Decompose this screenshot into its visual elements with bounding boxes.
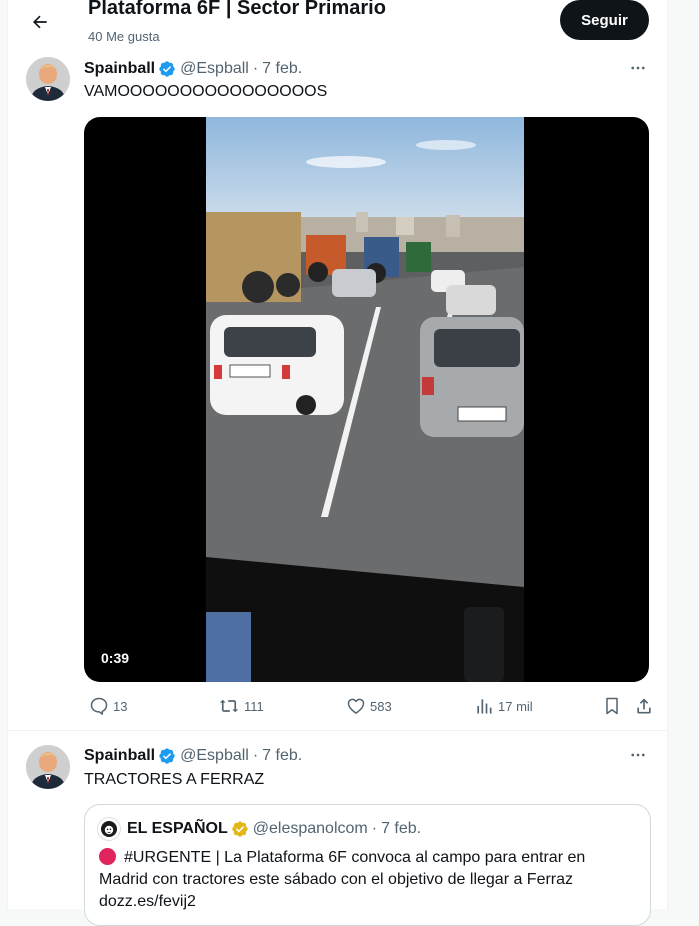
- follow-button[interactable]: Seguir: [560, 0, 649, 40]
- share-button[interactable]: [634, 694, 654, 718]
- tweet-date[interactable]: 7 feb.: [262, 60, 302, 78]
- timeline-column: Plataforma 6F | Sector Primario 40 Me gu…: [7, 0, 668, 926]
- separator-dot: ·: [252, 60, 259, 77]
- quoted-tweet-text: #URGENTE | La Plataforma 6F convoca al c…: [99, 847, 639, 913]
- share-icon: [637, 698, 651, 714]
- tweet[interactable]: Spainball @Espball · 7 feb. TRACTORES A …: [8, 731, 667, 926]
- user-handle[interactable]: @Espball: [180, 747, 249, 765]
- quoted-text-line-2: Madrid con tractores este sábado con el …: [99, 871, 574, 888]
- red-circle-emoji-icon: [99, 848, 116, 865]
- hashtag-link[interactable]: #URGENTE: [124, 849, 211, 866]
- quoted-display-name: EL ESPAÑOL: [127, 820, 228, 837]
- back-button[interactable]: [24, 6, 56, 38]
- avatar[interactable]: [26, 745, 70, 789]
- verified-badge-icon: [158, 747, 176, 765]
- views-icon: [477, 699, 492, 714]
- tweet[interactable]: Spainball @Espball · 7 feb. VAMOOOOOOOOO…: [8, 50, 667, 731]
- video-frame: [206, 117, 524, 682]
- separator-dot: ·: [371, 820, 378, 837]
- more-dots-icon: [631, 66, 645, 70]
- like-button[interactable]: 583: [346, 694, 392, 718]
- like-count: 583: [370, 698, 392, 714]
- display-name[interactable]: Spainball: [84, 747, 155, 765]
- quoted-text-line-1: #URGENTE | La Plataforma 6F convoca al c…: [99, 847, 639, 869]
- more-options-button[interactable]: [626, 58, 650, 78]
- more-options-button[interactable]: [626, 745, 650, 765]
- quoted-tweet-date: 7 feb.: [381, 820, 422, 837]
- tweet-header: Spainball @Espball · 7 feb.: [84, 746, 302, 766]
- bookmark-icon: [606, 697, 618, 715]
- likes-count-subtitle: 40 Me gusta: [88, 29, 160, 44]
- display-name[interactable]: Spainball: [84, 60, 155, 78]
- tweet-text: TRACTORES A FERRAZ: [84, 771, 265, 788]
- separator-dot: ·: [252, 747, 259, 764]
- quoted-link[interactable]: dozz.es/fevij2: [99, 891, 639, 913]
- reply-button[interactable]: 13: [89, 694, 127, 718]
- tweet-header: Spainball @Espball · 7 feb.: [84, 59, 302, 79]
- verified-badge-icon: [158, 60, 176, 78]
- retweet-icon: [219, 699, 239, 713]
- avatar[interactable]: [26, 57, 70, 101]
- reply-count: 13: [113, 698, 128, 714]
- retweet-count: 111: [244, 698, 264, 714]
- page-header: Plataforma 6F | Sector Primario 40 Me gu…: [8, 0, 667, 50]
- video-player[interactable]: 0:39: [84, 117, 649, 682]
- bookmark-button[interactable]: [602, 694, 622, 718]
- arrow-left-icon: [33, 15, 47, 29]
- tweet-date[interactable]: 7 feb.: [262, 747, 302, 765]
- quoted-text-line-1-rest: | La Plataforma 6F convoca al campo para…: [215, 849, 586, 866]
- user-handle[interactable]: @Espball: [180, 60, 249, 78]
- reply-icon: [90, 697, 108, 715]
- heart-icon: [347, 698, 365, 714]
- page-title: Plataforma 6F | Sector Primario: [88, 0, 386, 19]
- tweet-actions: 13 111 583 17 mil: [84, 694, 654, 718]
- tweet-text: VAMOOOOOOOOOOOOOOOOS: [84, 83, 328, 100]
- quoted-tweet-header: EL ESPAÑOL @elespanolcom · 7 feb.: [97, 817, 422, 841]
- quoted-user-handle: @elespanolcom: [252, 820, 368, 837]
- quoted-tweet[interactable]: EL ESPAÑOL @elespanolcom · 7 feb. #URGEN…: [84, 804, 651, 926]
- view-count: 17 mil: [498, 698, 533, 714]
- retweet-button[interactable]: 111: [218, 694, 264, 718]
- video-duration: 0:39: [93, 648, 138, 668]
- verified-gold-badge-icon: [231, 820, 249, 838]
- views-button[interactable]: 17 mil: [474, 694, 533, 718]
- lion-logo-avatar[interactable]: [97, 817, 121, 841]
- more-dots-icon: [631, 753, 645, 757]
